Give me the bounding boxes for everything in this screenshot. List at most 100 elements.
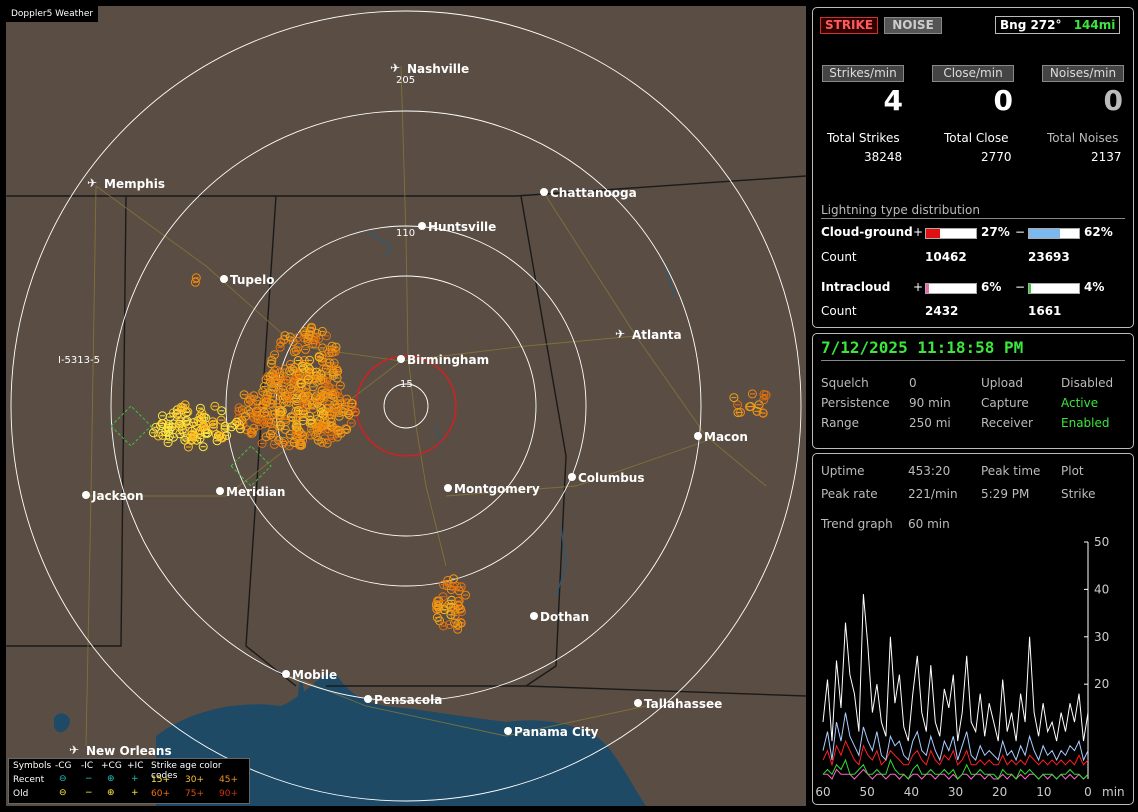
city-atlanta: ✈ Atlanta — [615, 327, 682, 342]
noises-per-min-value: 0 — [1103, 84, 1123, 117]
setting-v1-2: 250 mi — [909, 416, 951, 430]
strike-marker — [279, 437, 289, 446]
cg-positive-fill — [926, 229, 940, 238]
close-per-min-header[interactable]: Close/min — [932, 65, 1014, 82]
ic-negative-pct: 4% — [1084, 280, 1105, 294]
cg-negative-fill — [1029, 229, 1060, 238]
strike-marker — [195, 403, 205, 413]
city-nashville: ✈ Nashville — [390, 61, 469, 76]
strike-marker — [216, 415, 226, 425]
city-memphis: ✈ Memphis — [87, 176, 165, 191]
app-title: Doppler5 Weather — [6, 6, 99, 22]
lightning-map[interactable]: ✈ Nashville ✈ Memphis Chattanooga Huntsville T… — [6, 6, 806, 806]
bearing-readout: Bng 272° 144mi — [995, 16, 1121, 34]
x-tick-label: 20 — [992, 785, 1007, 799]
city-name: Huntsville — [428, 220, 496, 234]
city-meridian: Meridian — [216, 485, 285, 499]
city-name: Tupelo — [230, 273, 275, 287]
legend-old-label: Old — [13, 789, 29, 799]
city-name: Panama City — [514, 725, 599, 739]
city-name: Jackson — [91, 489, 144, 503]
strike-button[interactable]: STRIKE — [820, 17, 878, 34]
legend-col-neg-cg: -CG — [55, 761, 72, 771]
roads — [85, 65, 767, 747]
trend-chart: 50 40 30 20 60 50 40 30 20 10 0 min — [815, 535, 1124, 799]
y-tick-label: 30 — [1094, 630, 1109, 644]
map-canvas: ✈ Nashville ✈ Memphis Chattanooga Huntsville T… — [6, 10, 806, 806]
city-panama-city: Panama City — [504, 725, 599, 739]
noises-per-min-header[interactable]: Noises/min — [1042, 65, 1124, 82]
distribution-title: Lightning type distribution — [821, 203, 980, 217]
rivers — [365, 230, 675, 597]
legend-age-45: 45+ — [219, 775, 238, 785]
strikes-per-min-header[interactable]: Strikes/min — [822, 65, 904, 82]
trend-series-line — [822, 739, 1089, 767]
strike-marker — [322, 438, 332, 448]
city-dot — [282, 670, 290, 678]
cg-positive-count: 10462 — [925, 250, 967, 264]
city-dot — [82, 491, 90, 499]
city-dot — [530, 612, 538, 620]
city-name: Dothan — [540, 610, 589, 624]
noise-button[interactable]: NOISE — [884, 17, 942, 34]
setting-k1-1: Persistence — [821, 396, 890, 410]
cloud-ground-label: Cloud-ground — [821, 225, 913, 239]
strike-marker — [198, 442, 208, 452]
city-name: Mobile — [292, 668, 337, 682]
city-name: Columbus — [578, 471, 645, 485]
city-name: Macon — [704, 430, 748, 444]
strike-marker — [276, 337, 286, 347]
legend-col-neg-ic: -IC — [81, 761, 94, 771]
city-name: Atlanta — [632, 328, 682, 342]
ic-negative-fill — [1029, 284, 1031, 293]
road-label: I-5313-5 — [58, 355, 100, 366]
settings-divider — [821, 360, 1125, 361]
ic-negative-count: 1661 — [1028, 304, 1062, 318]
legend-old-dash-icon: − — [85, 788, 93, 798]
settings-panel: 7/12/2025 11:18:58 PM Squelch 0 Upload Disa… — [812, 333, 1134, 449]
status-panel: STRIKE NOISE Bng 272° 144mi Strikes/min … — [812, 7, 1134, 328]
city-dot — [364, 695, 372, 703]
city-pensacola: Pensacola — [364, 693, 442, 707]
setting-v2-2: Enabled — [1061, 416, 1110, 430]
cg-minus-sign: − — [1015, 225, 1026, 239]
city-huntsville: Huntsville — [418, 220, 496, 234]
y-tick-label: 20 — [1094, 677, 1109, 691]
total-strikes-value: 38248 — [864, 150, 903, 164]
intracloud-label: Intracloud — [821, 280, 891, 294]
city-name: Pensacola — [374, 693, 442, 707]
ring-label-205: 205 — [396, 75, 415, 86]
legend-recent-label: Recent — [13, 775, 45, 785]
setting-k2-2: Receiver — [981, 416, 1033, 430]
city-dot — [397, 355, 405, 363]
datetime-readout: 7/12/2025 11:18:58 PM — [821, 338, 1024, 357]
city-name: Tallahassee — [644, 697, 722, 711]
city-dot — [216, 487, 224, 495]
legend-age-15: 15+ — [151, 775, 170, 785]
x-tick-label: 50 — [860, 785, 875, 799]
trend-series-line — [822, 712, 1089, 762]
strike-marker — [729, 393, 739, 403]
ic-positive-pct: 6% — [981, 280, 1002, 294]
city-dot — [220, 275, 228, 283]
cg-plus-sign: + — [913, 225, 924, 239]
city-dot — [568, 473, 576, 481]
legend-age-30: 30+ — [185, 775, 204, 785]
cg-negative-bar — [1028, 228, 1080, 239]
strike-marker — [190, 277, 200, 287]
legend-col-pos-cg: +CG — [101, 761, 122, 771]
city-dot — [418, 222, 426, 230]
symbol-legend: Symbols -CG -IC +CG +IC Strike age color… — [8, 758, 250, 804]
ic-plus-sign: + — [913, 280, 924, 294]
legend-circle-minus-icon: ⊖ — [59, 774, 67, 784]
y-tick-label: 40 — [1094, 582, 1109, 596]
setting-k1-0: Squelch — [821, 376, 869, 390]
cg-positive-bar — [925, 228, 977, 239]
ic-positive-fill — [926, 284, 929, 293]
city-name: Memphis — [104, 177, 165, 191]
strikes-per-min-value: 4 — [883, 84, 903, 117]
city-columbus: Columbus — [568, 471, 645, 485]
ic-count-label: Count — [821, 304, 857, 318]
ic-minus-sign: − — [1015, 280, 1026, 294]
cg-negative-pct: 62% — [1084, 225, 1113, 239]
